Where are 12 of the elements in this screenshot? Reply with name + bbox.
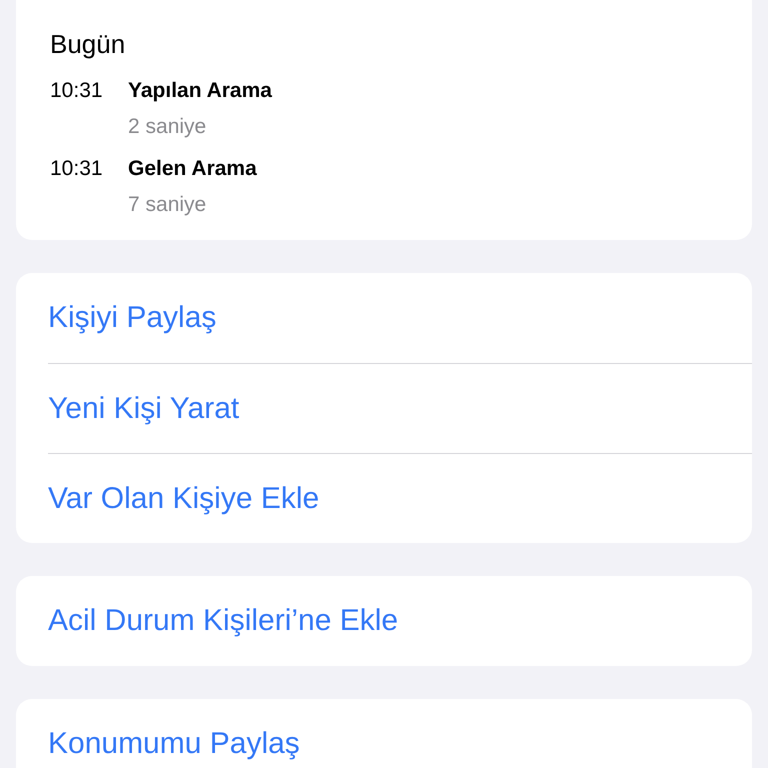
call-time: 10:31 bbox=[50, 156, 104, 182]
action-link[interactable]: Acil Durum Kişileri’ne Ekle bbox=[48, 603, 398, 639]
call-type: Yapılan Arama bbox=[128, 78, 272, 104]
call-type: Gelen Arama bbox=[128, 156, 257, 182]
call-duration: 2 saniye bbox=[128, 114, 208, 140]
section-heading: Bugün bbox=[50, 28, 126, 60]
action-link[interactable]: Konumumu Paylaş bbox=[48, 726, 300, 762]
action-link[interactable]: Yeni Kişi Yarat bbox=[48, 390, 240, 426]
action-link[interactable]: Kişiyi Paylaş bbox=[48, 300, 216, 336]
call-duration: 7 saniye bbox=[128, 192, 208, 218]
action-link[interactable]: Var Olan Kişiye Ekle bbox=[48, 480, 320, 516]
call-time: 10:31 bbox=[50, 78, 104, 104]
